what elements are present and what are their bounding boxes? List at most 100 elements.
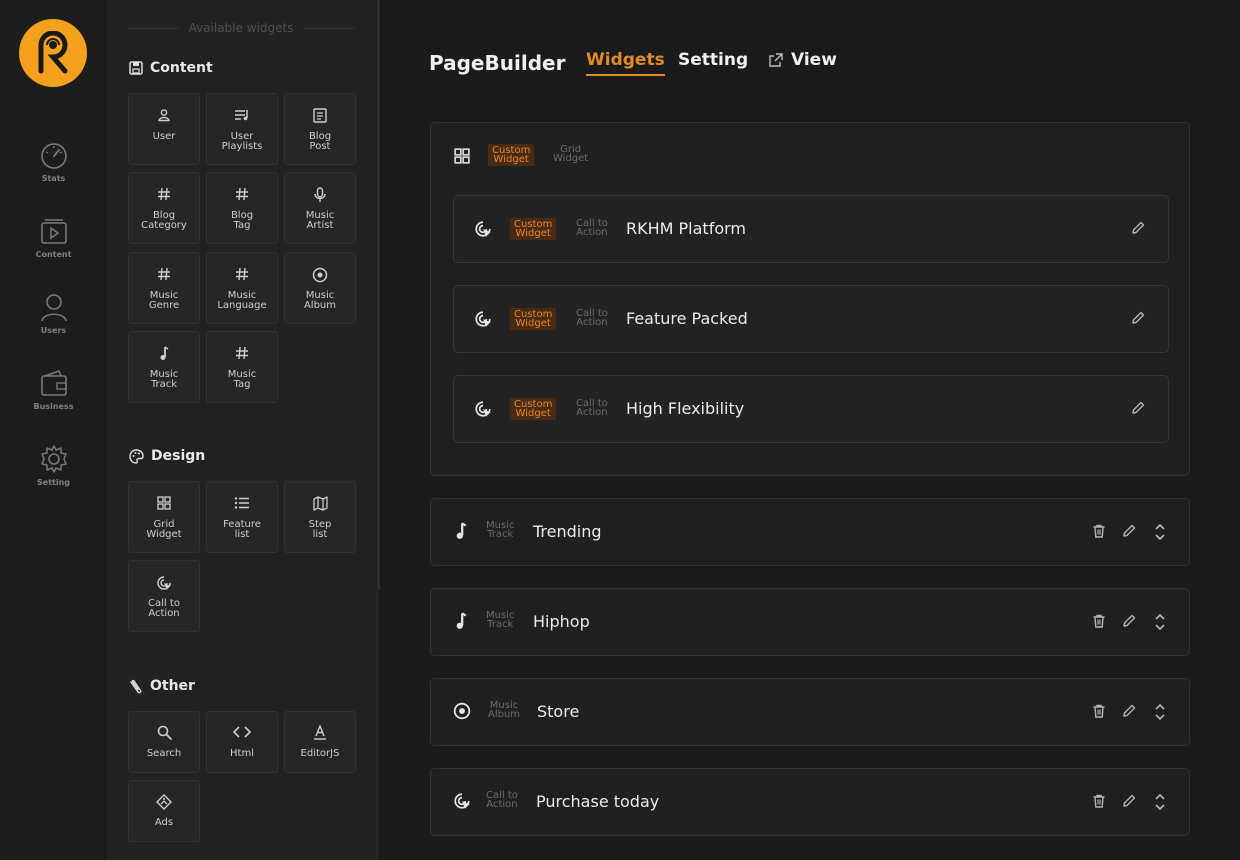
grid-item-title: High Flexibility	[626, 399, 745, 418]
widget-tile-user[interactable]: User	[128, 93, 200, 165]
hash-icon	[207, 267, 277, 285]
widget-type-badge: Call to Action	[486, 790, 518, 810]
rail-item-stats[interactable]: Stats	[0, 140, 107, 183]
document-icon	[285, 108, 355, 126]
rail-item-setting[interactable]: Setting	[0, 444, 107, 487]
widget-tile-user-playlists[interactable]: User Playlists	[206, 93, 278, 165]
microphone-icon	[285, 187, 355, 205]
widget-row-title: Purchase today	[536, 792, 660, 811]
section-title-other: Other	[129, 678, 195, 694]
widget-type-badge: Call to Action	[576, 308, 608, 328]
section-title-design: Design	[129, 448, 205, 464]
logo-icon	[38, 31, 68, 74]
brand-logo[interactable]	[19, 19, 87, 87]
widget-type-badge: Music Track	[486, 520, 515, 540]
widget-row[interactable]: Music Track Hiphop	[430, 588, 1190, 656]
widget-tile-music-language[interactable]: Music Language	[206, 252, 278, 324]
custom-widget-badge: Custom Widget	[510, 398, 557, 420]
reorder-icon[interactable]	[1152, 703, 1168, 721]
widget-tile-editorjs[interactable]: EditorJS	[284, 711, 356, 773]
grid-item-title: Feature Packed	[626, 309, 748, 328]
wallet-icon	[39, 368, 69, 398]
builder-area: PageBuilder Widgets Setting View Custom …	[378, 0, 1240, 860]
grid-item[interactable]: Custom Widget Call to Action Feature Pac…	[453, 285, 1169, 353]
widget-tile-blog-category[interactable]: Blog Category	[128, 172, 200, 244]
cursor-click-icon	[474, 310, 492, 328]
disc-icon	[285, 267, 355, 285]
widget-panel: Available widgets Content User User Play…	[107, 0, 380, 860]
widget-tile-call-to-action[interactable]: Call to Action	[128, 560, 200, 632]
music-note-icon	[453, 522, 471, 540]
search-icon	[129, 725, 199, 743]
rail-item-content[interactable]: Content	[0, 216, 107, 259]
widget-tile-html[interactable]: Html	[206, 711, 278, 773]
trash-icon[interactable]	[1091, 613, 1107, 629]
widget-tile-feature-list[interactable]: Feature list	[206, 481, 278, 553]
hash-icon	[129, 267, 199, 285]
widget-tile-music-tag[interactable]: Music Tag	[206, 331, 278, 403]
paperclip-icon	[130, 679, 142, 693]
widget-tile-search[interactable]: Search	[128, 711, 200, 773]
trash-icon[interactable]	[1091, 523, 1107, 539]
widget-tile-blog-post[interactable]: Blog Post	[284, 93, 356, 165]
edit-icon[interactable]	[1130, 220, 1146, 236]
widget-row[interactable]: Music Track Trending	[430, 498, 1190, 566]
reorder-icon[interactable]	[1152, 793, 1168, 811]
tab-widgets[interactable]: Widgets	[586, 50, 665, 76]
widget-tile-ads[interactable]: Ads	[128, 780, 200, 842]
cursor-click-icon	[453, 792, 471, 810]
widget-type-badge: Grid Widget	[553, 145, 589, 163]
external-link-icon	[769, 52, 783, 67]
page-title: PageBuilder	[429, 51, 566, 75]
edit-icon[interactable]	[1130, 310, 1146, 326]
music-note-icon	[129, 346, 199, 364]
panel-heading: Available widgets	[127, 18, 356, 38]
trash-icon[interactable]	[1091, 703, 1107, 719]
widget-tile-music-album[interactable]: Music Album	[284, 252, 356, 324]
widget-tile-music-artist[interactable]: Music Artist	[284, 172, 356, 244]
tab-setting[interactable]: Setting	[678, 50, 748, 70]
widget-row[interactable]: Music Album Store	[430, 678, 1190, 746]
edit-icon[interactable]	[1130, 400, 1146, 416]
trash-icon[interactable]	[1091, 793, 1107, 809]
grid-widget-card[interactable]: Custom Widget Grid Widget Custom Widget …	[430, 122, 1190, 476]
edit-icon[interactable]	[1121, 523, 1137, 539]
grid-icon	[129, 496, 199, 514]
widget-tile-music-track[interactable]: Music Track	[128, 331, 200, 403]
section-title-content: Content	[129, 60, 213, 76]
rail-label: Content	[35, 250, 72, 259]
grid-item[interactable]: Custom Widget Call to Action RKHM Platfo…	[453, 195, 1169, 263]
rail-label: Business	[33, 402, 74, 411]
custom-widget-badge: Custom Widget	[488, 144, 535, 166]
widget-row[interactable]: Call to Action Purchase today	[430, 768, 1190, 836]
text-icon	[285, 725, 355, 743]
widget-tile-step-list[interactable]: Step list	[284, 481, 356, 553]
widget-type-badge: Music Track	[486, 610, 515, 630]
edit-icon[interactable]	[1121, 613, 1137, 629]
gear-icon	[39, 444, 69, 474]
widget-row-title: Trending	[533, 522, 602, 541]
widget-tile-blog-tag[interactable]: Blog Tag	[206, 172, 278, 244]
widget-type-badge: Call to Action	[576, 218, 608, 238]
widget-row-title: Hiphop	[533, 612, 590, 631]
hash-icon	[207, 187, 277, 205]
grid-item[interactable]: Custom Widget Call to Action High Flexib…	[453, 375, 1169, 443]
gauge-icon	[39, 140, 69, 170]
grid-icon	[454, 148, 472, 166]
code-icon	[207, 725, 277, 743]
save-icon	[129, 61, 143, 75]
user-icon	[39, 292, 69, 322]
music-note-icon	[453, 612, 471, 630]
list-icon	[207, 496, 277, 514]
edit-icon[interactable]	[1121, 793, 1137, 809]
rail-item-business[interactable]: Business	[0, 368, 107, 411]
edit-icon[interactable]	[1121, 703, 1137, 719]
tab-view[interactable]: View	[768, 50, 837, 70]
playlist-icon	[207, 108, 277, 126]
rail-item-users[interactable]: Users	[0, 292, 107, 335]
reorder-icon[interactable]	[1152, 613, 1168, 631]
widget-tile-grid-widget[interactable]: Grid Widget	[128, 481, 200, 553]
reorder-icon[interactable]	[1152, 523, 1168, 541]
widget-tile-music-genre[interactable]: Music Genre	[128, 252, 200, 324]
nav-rail: Stats Content Users Business Setting	[0, 0, 108, 860]
